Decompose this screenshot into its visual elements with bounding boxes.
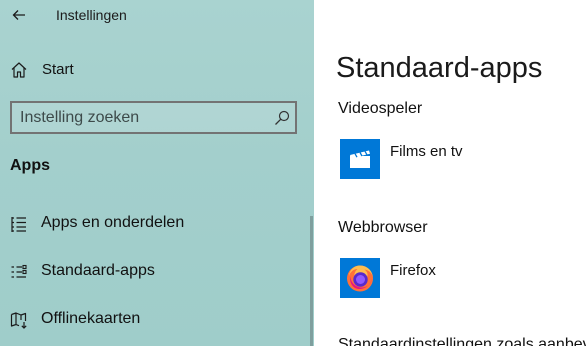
sidebar-item-offline-maps[interactable]: Offlinekaarten bbox=[0, 302, 312, 338]
sidebar-scrollbar[interactable] bbox=[310, 216, 313, 346]
search-icon[interactable] bbox=[274, 110, 290, 126]
category-label-web-browser: Webbrowser bbox=[338, 219, 428, 236]
sidebar-item-default-apps[interactable]: Standaard-apps bbox=[0, 254, 312, 290]
offline-maps-icon bbox=[10, 312, 27, 329]
films-tv-icon bbox=[340, 139, 380, 179]
sidebar-item-label: Offlinekaarten bbox=[41, 310, 141, 327]
web-browser-app-name: Firefox bbox=[390, 262, 436, 279]
home-icon bbox=[11, 62, 27, 78]
video-player-app-name: Films en tv bbox=[390, 143, 463, 160]
back-arrow-icon bbox=[12, 10, 25, 20]
sidebar-item-home[interactable]: Start bbox=[0, 53, 314, 87]
web-browser-app-button[interactable]: Firefox bbox=[340, 258, 570, 300]
sidebar-item-home-label: Start bbox=[42, 61, 74, 78]
search-box[interactable] bbox=[10, 101, 297, 134]
window-title: Instellingen bbox=[56, 7, 127, 23]
category-label-video-player: Videospeler bbox=[338, 100, 423, 117]
sidebar-item-label: Standaard-apps bbox=[41, 262, 155, 279]
apps-list-icon bbox=[11, 217, 26, 232]
back-button[interactable] bbox=[7, 3, 31, 27]
sidebar-item-apps-features[interactable]: Apps en onderdelen bbox=[0, 206, 312, 242]
default-apps-icon bbox=[11, 264, 27, 278]
sidebar: Instellingen Start Apps Apps en onderdel… bbox=[0, 0, 314, 346]
reset-defaults-heading: Standaardinstellingen zoals aanbevolen d… bbox=[338, 336, 586, 346]
sidebar-item-label: Apps en onderdelen bbox=[41, 214, 185, 231]
main-content: Standaard-apps Videospeler Films en tv W… bbox=[314, 0, 586, 346]
search-input[interactable] bbox=[20, 109, 270, 127]
title-bar: Instellingen bbox=[0, 0, 314, 32]
firefox-icon bbox=[340, 258, 380, 298]
video-player-app-button[interactable]: Films en tv bbox=[340, 139, 570, 181]
sidebar-section-title: Apps bbox=[10, 157, 50, 174]
page-title: Standaard-apps bbox=[336, 52, 543, 84]
